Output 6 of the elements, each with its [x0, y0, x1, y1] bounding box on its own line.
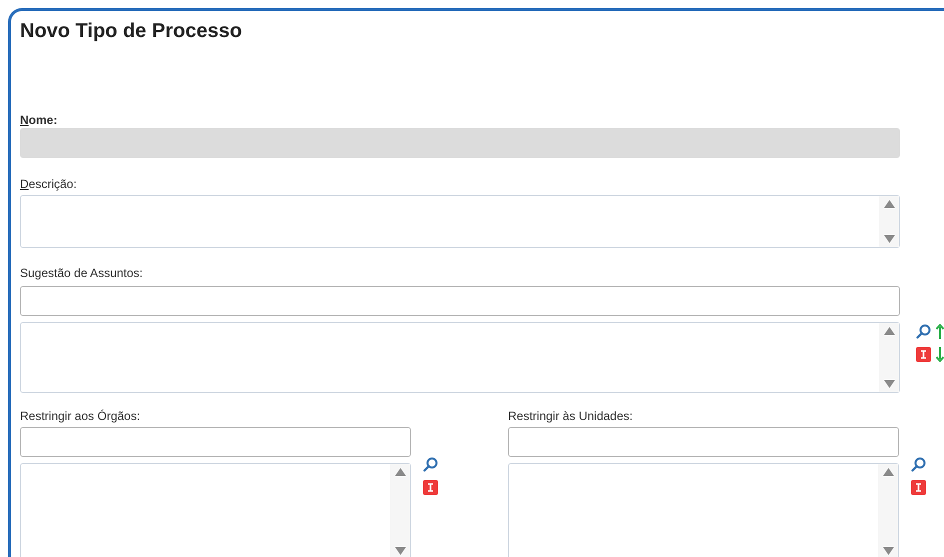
field-label: Restringir aos Órgãos: [20, 409, 142, 423]
field-label: Restringir às Unidades: [508, 409, 634, 423]
page-title: Novo Tipo de Processo [20, 19, 243, 43]
field-label: Sugestão de Assuntos: [20, 266, 144, 280]
field-label: Descrição: [20, 177, 78, 191]
field-label: Nome: [20, 113, 58, 127]
